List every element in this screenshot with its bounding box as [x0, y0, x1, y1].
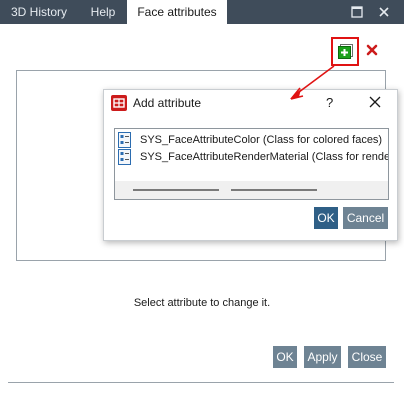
divider: [8, 382, 394, 383]
horizontal-scrollbar[interactable]: [115, 181, 388, 199]
add-attribute-dialog: Add attribute ? SYS_FaceAttributeColor (…: [103, 89, 398, 241]
attribute-class-list[interactable]: SYS_FaceAttributeColor (Class for colore…: [114, 128, 389, 200]
close-button[interactable]: Close: [348, 346, 386, 368]
status-text: Select attribute to change it.: [133, 297, 271, 309]
add-attribute-button[interactable]: [331, 37, 359, 66]
dialog-ok-button[interactable]: OK: [314, 207, 338, 229]
dialog-title: Add attribute: [133, 96, 202, 110]
delete-x-icon[interactable]: [366, 44, 378, 56]
maximize-icon[interactable]: [348, 3, 366, 21]
tab-3d-history[interactable]: 3D History: [0, 0, 78, 24]
tab-help[interactable]: Help: [80, 0, 126, 24]
class-icon: [118, 132, 131, 148]
ok-button[interactable]: OK: [273, 346, 297, 368]
tab-bar: 3D History Help Face attributes: [0, 0, 404, 24]
close-icon[interactable]: [375, 3, 393, 21]
scrollbar-thumb[interactable]: [231, 189, 317, 191]
add-plus-icon: [338, 44, 353, 59]
tab-face-attributes[interactable]: Face attributes: [127, 0, 227, 24]
list-item-label: SYS_FaceAttributeRenderMaterial (Class f…: [140, 151, 388, 163]
app-icon: [111, 95, 127, 111]
scrollbar-thumb[interactable]: [133, 189, 219, 191]
list-item-label: SYS_FaceAttributeColor (Class for colore…: [140, 134, 383, 146]
apply-button[interactable]: Apply: [304, 346, 341, 368]
help-button[interactable]: ?: [326, 95, 333, 110]
dialog-cancel-button[interactable]: Cancel: [343, 207, 388, 229]
dialog-close-icon[interactable]: [369, 96, 381, 108]
class-icon: [118, 149, 131, 165]
